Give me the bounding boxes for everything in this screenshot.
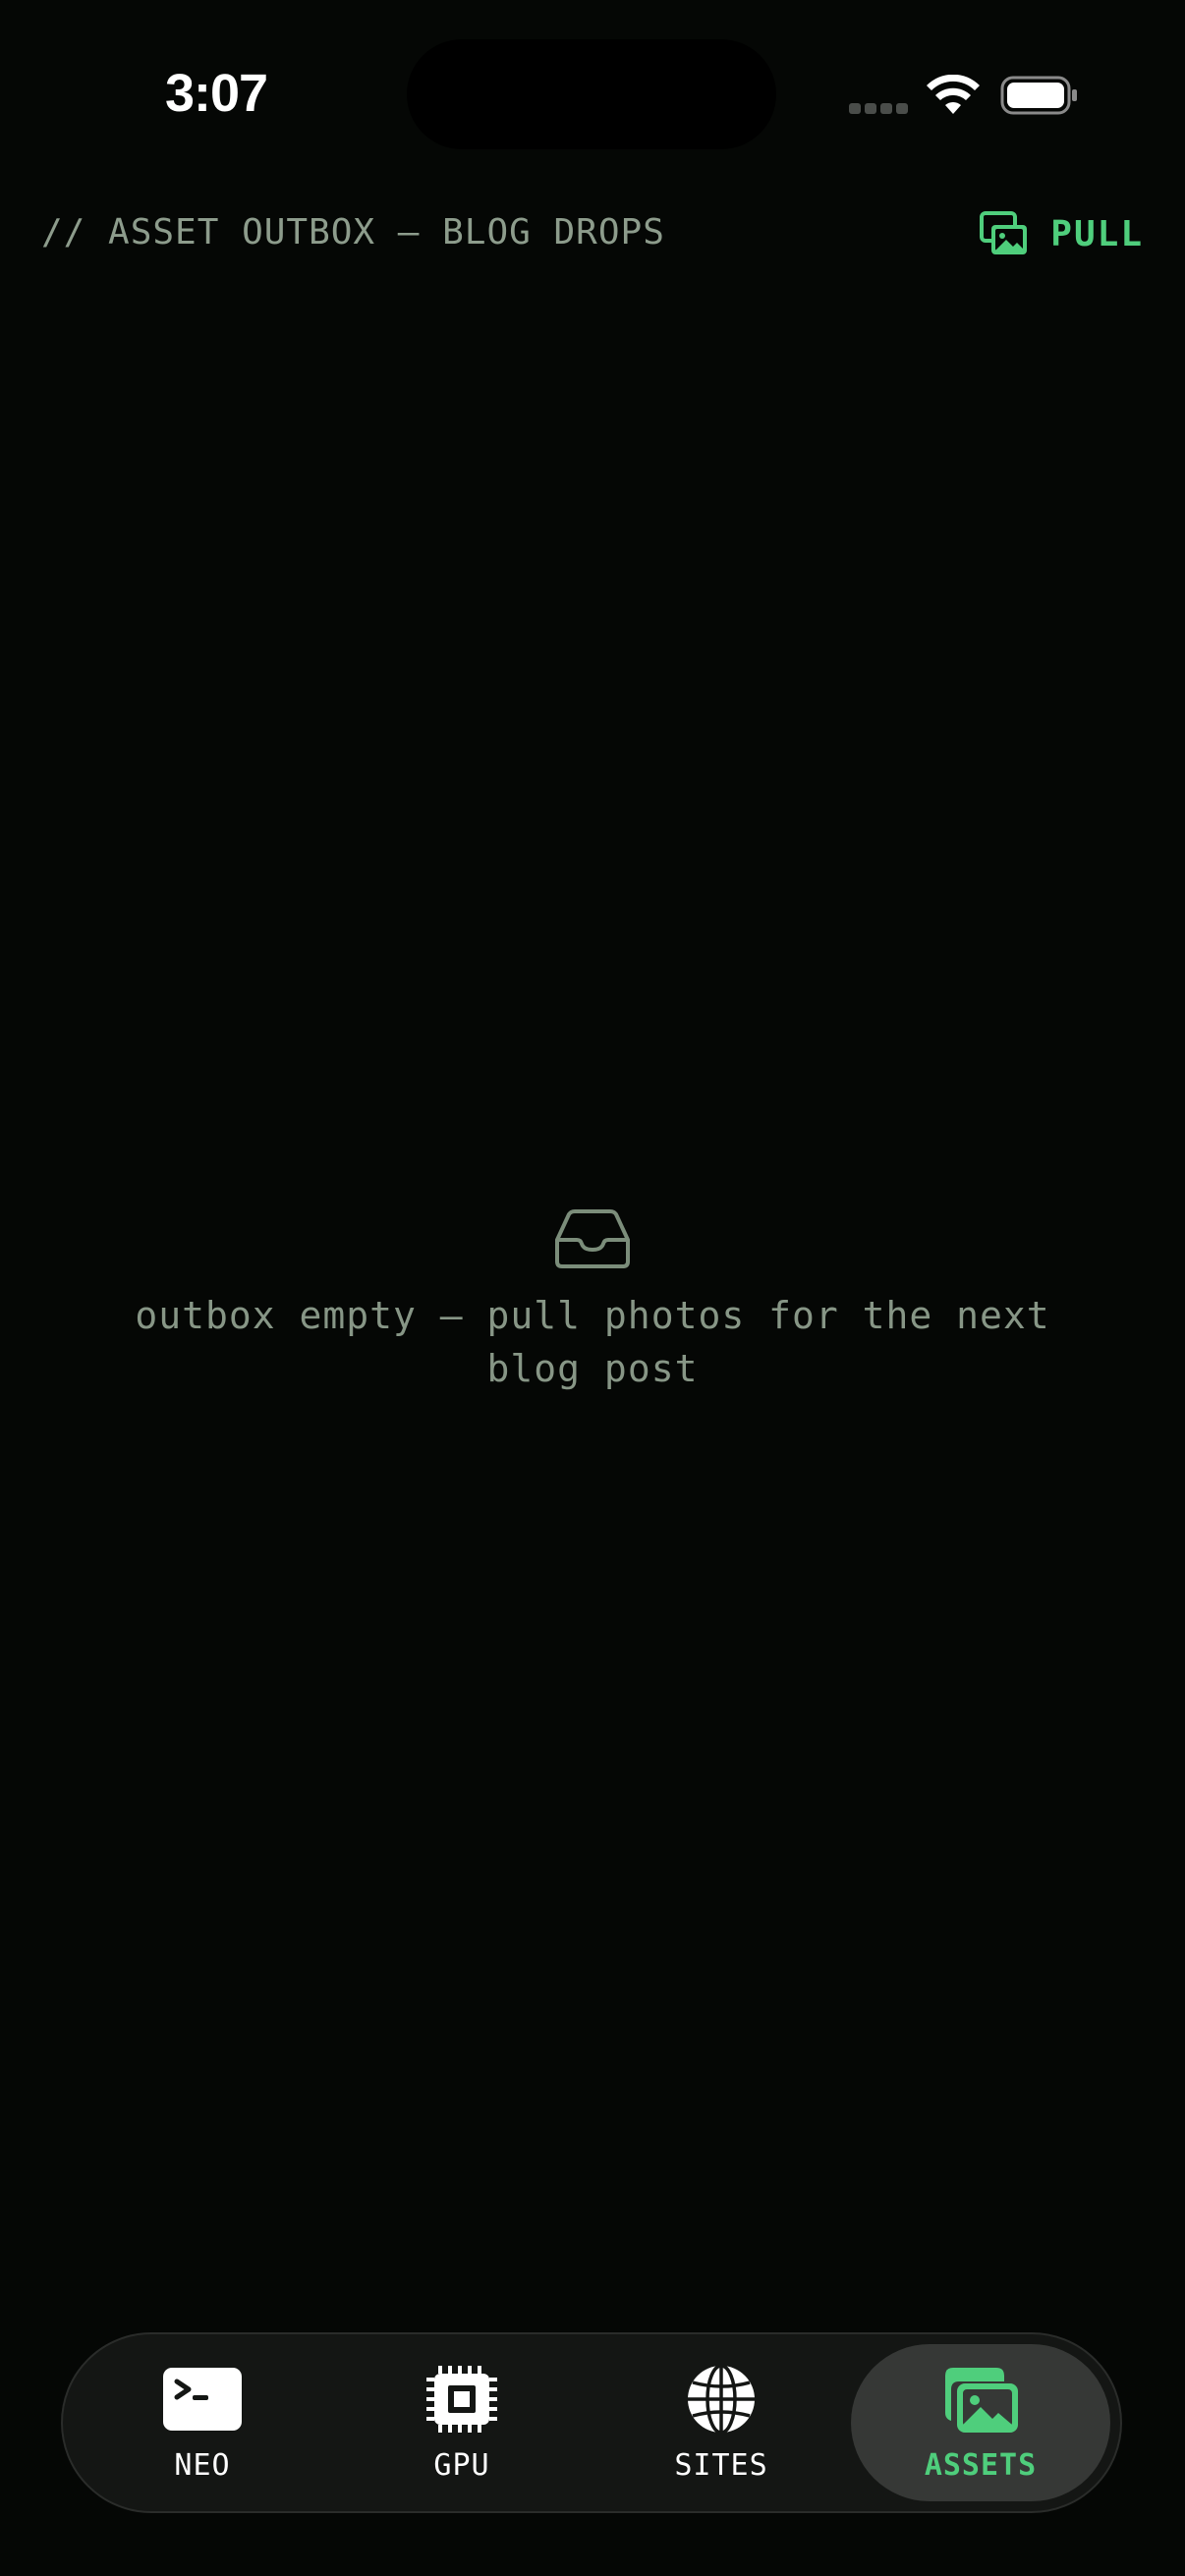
empty-message: outbox empty — pull photos for the next … xyxy=(135,1294,1050,1390)
cellular-signal-icon xyxy=(849,101,908,115)
tab-gpu[interactable]: GPU xyxy=(332,2344,592,2501)
photos-icon xyxy=(945,2367,1018,2433)
tab-label: NEO xyxy=(174,2447,231,2483)
tab-label: ASSETS xyxy=(924,2447,1038,2483)
tab-label: GPU xyxy=(433,2447,490,2483)
wifi-icon xyxy=(927,75,980,114)
pull-label: PULL xyxy=(1050,213,1144,254)
tab-assets[interactable]: ASSETS xyxy=(851,2344,1110,2501)
status-time: 3:07 xyxy=(165,64,268,123)
tab-label: SITES xyxy=(674,2447,768,2483)
terminal-icon xyxy=(163,2367,242,2431)
tab-bar: NEO GPU SITES ASSETS xyxy=(61,2332,1122,2513)
globe-icon xyxy=(688,2363,755,2435)
page-title: // ASSET OUTBOX — BLOG DROPS xyxy=(41,212,665,252)
battery-icon xyxy=(1000,76,1077,115)
status-bar: 3:07 xyxy=(0,0,1185,187)
tab-neo[interactable]: NEO xyxy=(73,2344,332,2501)
photo-stack-icon xyxy=(980,211,1028,254)
inbox-icon xyxy=(555,1209,630,1268)
empty-state: outbox empty — pull photos for the next … xyxy=(0,1208,1185,1395)
header: // ASSET OUTBOX — BLOG DROPS PULL xyxy=(0,196,1185,271)
pull-button[interactable]: PULL xyxy=(980,204,1144,263)
tab-sites[interactable]: SITES xyxy=(592,2344,851,2501)
dynamic-island xyxy=(407,39,776,149)
cpu-chip-icon xyxy=(426,2365,497,2433)
